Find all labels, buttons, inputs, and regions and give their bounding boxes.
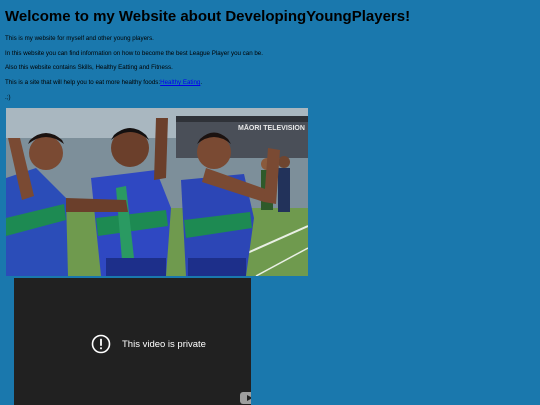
info-paragraph: In this website you can find information… xyxy=(5,50,263,57)
contents-paragraph: Also this website contains Skills, Healt… xyxy=(5,64,173,71)
stray-text: .;) xyxy=(5,94,11,101)
healthy-eating-suffix: . xyxy=(200,79,203,86)
youtube-icon[interactable] xyxy=(240,392,251,404)
rugby-players-image: MĀORI TELEVISION xyxy=(6,108,308,276)
page: Welcome to my Website about DevelopingYo… xyxy=(0,0,540,405)
intro-paragraph: This is my website for myself and other … xyxy=(5,35,154,42)
rugby-players-photo: MĀORI TELEVISION xyxy=(6,108,308,276)
exclamation-circle-icon xyxy=(91,334,111,354)
banner-text: MĀORI TELEVISION xyxy=(238,124,305,132)
healthy-eating-paragraph: This is a site that will help you to eat… xyxy=(5,79,202,86)
healthy-eating-link[interactable]: Healthy Eating xyxy=(160,79,200,86)
healthy-eating-prefix: This is a site that will help you to eat… xyxy=(5,79,161,86)
video-status-text: This video is private xyxy=(122,339,206,350)
page-title: Welcome to my Website about DevelopingYo… xyxy=(5,8,411,25)
embedded-video-player[interactable]: This video is private xyxy=(14,278,251,405)
